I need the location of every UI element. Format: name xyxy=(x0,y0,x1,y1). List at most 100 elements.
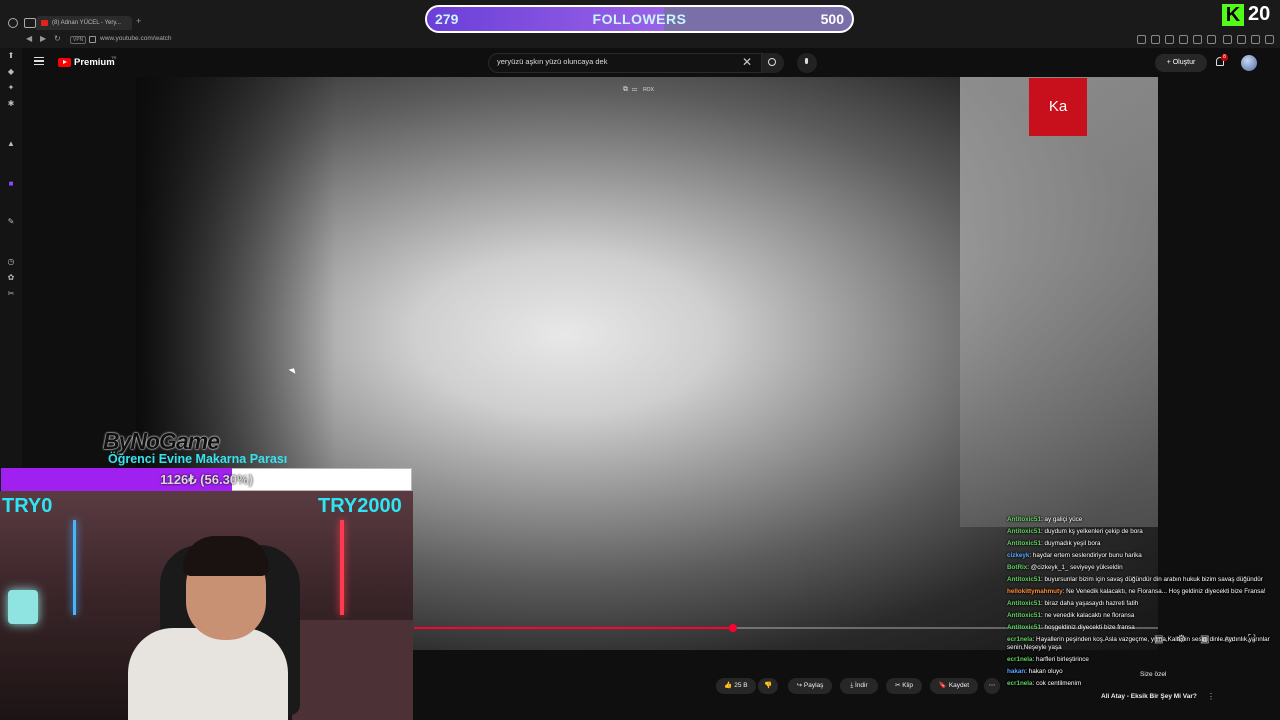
youtube-premium-label[interactable]: Premium xyxy=(74,57,115,68)
account-avatar[interactable] xyxy=(1241,55,1257,71)
chat-message: Antitoxic51: duymadık yeşil bora xyxy=(1007,540,1277,548)
chat-username[interactable]: hellokittymahmuty xyxy=(1007,588,1063,595)
chat-username[interactable]: Antitoxic51 xyxy=(1007,516,1041,523)
share-label: Paylaş xyxy=(803,682,824,689)
followers-target: 500 xyxy=(820,11,844,27)
extension-icon[interactable] xyxy=(1223,35,1232,44)
new-tab-icon[interactable]: + xyxy=(136,16,141,26)
chat-message: Antitoxic51: ne venedik kalacaktı ne flo… xyxy=(1007,612,1277,620)
download-button[interactable]: ⤓ İndir xyxy=(840,678,878,694)
sidebar-app-icon[interactable]: ✎ xyxy=(7,218,15,226)
chat-username[interactable]: BotRix xyxy=(1007,564,1027,571)
followers-label: FOLLOWERS xyxy=(592,11,687,27)
extension-icon[interactable] xyxy=(1193,35,1202,44)
clip-button[interactable]: ✂ Klip xyxy=(886,678,922,694)
chat-username[interactable]: Antitoxic51 xyxy=(1007,576,1041,583)
notification-count-badge: 8 xyxy=(1221,54,1228,61)
copy-icon[interactable]: ⧉ xyxy=(623,86,628,93)
chat-username[interactable]: ecr1nela xyxy=(1007,656,1033,663)
extension-icon[interactable] xyxy=(1251,35,1260,44)
browser-tab-title: (8) Adnan YÜCEL - Yery... xyxy=(52,20,121,26)
sidebar-app-icon[interactable]: ✂ xyxy=(7,290,15,298)
extension-icon[interactable] xyxy=(1151,35,1160,44)
forward-icon[interactable]: ▶ xyxy=(40,34,46,43)
create-button[interactable]: + Oluştur xyxy=(1155,54,1207,72)
share-button[interactable]: ↪ Paylaş xyxy=(788,678,832,694)
chat-username[interactable]: Antitoxic51 xyxy=(1007,540,1041,547)
reload-icon[interactable]: ↻ xyxy=(54,34,61,43)
extension-icon[interactable] xyxy=(1179,35,1188,44)
like-button[interactable]: 👍 25 B xyxy=(716,678,756,694)
player-top-icons: ⧉ ▭ ROX xyxy=(623,86,654,94)
extension-icon[interactable] xyxy=(1265,35,1274,44)
sidebar-app-icon[interactable]: ✿ xyxy=(7,274,15,282)
chat-text: : ay galiçi yüce xyxy=(1040,516,1083,523)
suggestion-more-icon[interactable]: ⋮ xyxy=(1207,692,1215,701)
chat-message: Antitoxic51: biraz daha yaşasaydı hazret… xyxy=(1007,600,1277,608)
dislike-button[interactable]: 👎 xyxy=(758,678,778,694)
player-top-label: ROX xyxy=(643,87,654,93)
streamer-hair xyxy=(183,536,269,576)
sidebar-app-icon[interactable]: ◆ xyxy=(7,68,15,76)
chat-message: Antitoxic51: hoşgeldiniz diyecekti bize … xyxy=(1007,624,1277,632)
browser-menu-icon[interactable] xyxy=(8,18,18,28)
clear-search-icon[interactable]: ✕ xyxy=(742,55,752,69)
streamer-body xyxy=(128,628,288,720)
vpn-badge[interactable]: VPN xyxy=(70,36,87,44)
more-options-icon[interactable]: ⋯ xyxy=(984,678,1000,694)
video-background-foliage xyxy=(960,77,1158,527)
tab-overview-icon[interactable] xyxy=(24,18,36,28)
microphone-icon[interactable] xyxy=(805,58,808,64)
search-input[interactable]: yeryüzü aşkın yüzü oluncaya dek xyxy=(497,57,607,66)
clip-label: Klip xyxy=(902,682,914,689)
chat-username[interactable]: hakan xyxy=(1007,668,1025,675)
chat-text: : Ne Venedik kalacaktı, ne Floransa... H… xyxy=(1062,588,1266,595)
extension-icon[interactable] xyxy=(1137,35,1146,44)
chat-text: : buyursunlar bizim için savaş düğündür … xyxy=(1040,576,1263,583)
youtube-region-label: TR xyxy=(111,55,117,60)
extension-icon[interactable] xyxy=(1165,35,1174,44)
donation-min-label: TRY0 xyxy=(2,495,53,517)
channel-watermark: Ka xyxy=(1029,78,1087,136)
chat-text: : Hayallerin peşinden koş.Asla vazgeçme,… xyxy=(1007,636,1270,651)
chat-username[interactable]: ecr1nela xyxy=(1007,680,1033,687)
browser-tab[interactable]: (8) Adnan YÜCEL - Yery... xyxy=(36,16,132,30)
like-count: 25 B xyxy=(734,682,748,689)
sidebar-app-icon[interactable]: ⬆ xyxy=(7,52,15,60)
chat-message: ecr1nela: Hayallerin peşinden koş.Asla v… xyxy=(1007,636,1277,652)
hamburger-menu-icon[interactable] xyxy=(34,57,44,65)
chat-username[interactable]: Antitoxic51 xyxy=(1007,600,1041,607)
youtube-logo-icon[interactable] xyxy=(58,58,71,67)
neon-light-blue xyxy=(73,520,76,615)
video-progress-fill xyxy=(414,627,734,629)
extension-icon[interactable] xyxy=(1237,35,1246,44)
suggested-video-title[interactable]: Ali Atay - Eksik Bir Şey Mi Var? xyxy=(1101,693,1197,700)
back-icon[interactable]: ◀ xyxy=(26,34,32,43)
cast-icon[interactable]: ▭ xyxy=(632,86,637,93)
sponsor-logo: ByNoGame xyxy=(103,428,220,454)
save-button[interactable]: 🔖 Kaydet xyxy=(930,678,978,694)
suggestion-tab[interactable]: Size özel xyxy=(1140,671,1166,678)
followers-goal-bar: 279 FOLLOWERS 500 xyxy=(425,5,854,33)
chat-text: : biraz daha yaşasaydı hazreti fatih xyxy=(1040,600,1139,607)
chat-text: : haydar ertem seslendiriyor bunu harika xyxy=(1029,552,1142,559)
search-icon[interactable] xyxy=(768,58,776,66)
chat-message: Antitoxic51: ay galiçi yüce xyxy=(1007,516,1277,524)
sidebar-app-icon[interactable]: ✱ xyxy=(7,100,15,108)
twitch-icon[interactable]: ■ xyxy=(7,180,15,188)
chat-message: hellokittymahmuty: Ne Venedik kalacaktı,… xyxy=(1007,588,1277,596)
kick-logo-icon: K xyxy=(1222,4,1244,26)
chat-text: : hoşgeldiniz diyecekti bize fransa xyxy=(1040,624,1135,631)
heart-icon[interactable] xyxy=(1207,35,1216,44)
chat-message: ecr1nela: cok centilmenim xyxy=(1007,680,1277,688)
chat-message: cizkeyk: haydar ertem seslendiriyor bunu… xyxy=(1007,552,1277,560)
chat-username[interactable]: Antitoxic51 xyxy=(1007,612,1041,619)
chat-username[interactable]: Antitoxic51 xyxy=(1007,624,1041,631)
chat-username[interactable]: ecr1nela xyxy=(1007,636,1033,643)
sidebar-app-icon[interactable]: ▲ xyxy=(7,140,15,148)
chat-username[interactable]: Antitoxic51 xyxy=(1007,528,1041,535)
clock-icon[interactable]: ◷ xyxy=(7,258,15,266)
sidebar-app-icon[interactable]: ✦ xyxy=(7,84,15,92)
chat-username[interactable]: cizkeyk xyxy=(1007,552,1029,559)
url-field[interactable]: www.youtube.com/watch xyxy=(100,35,172,42)
